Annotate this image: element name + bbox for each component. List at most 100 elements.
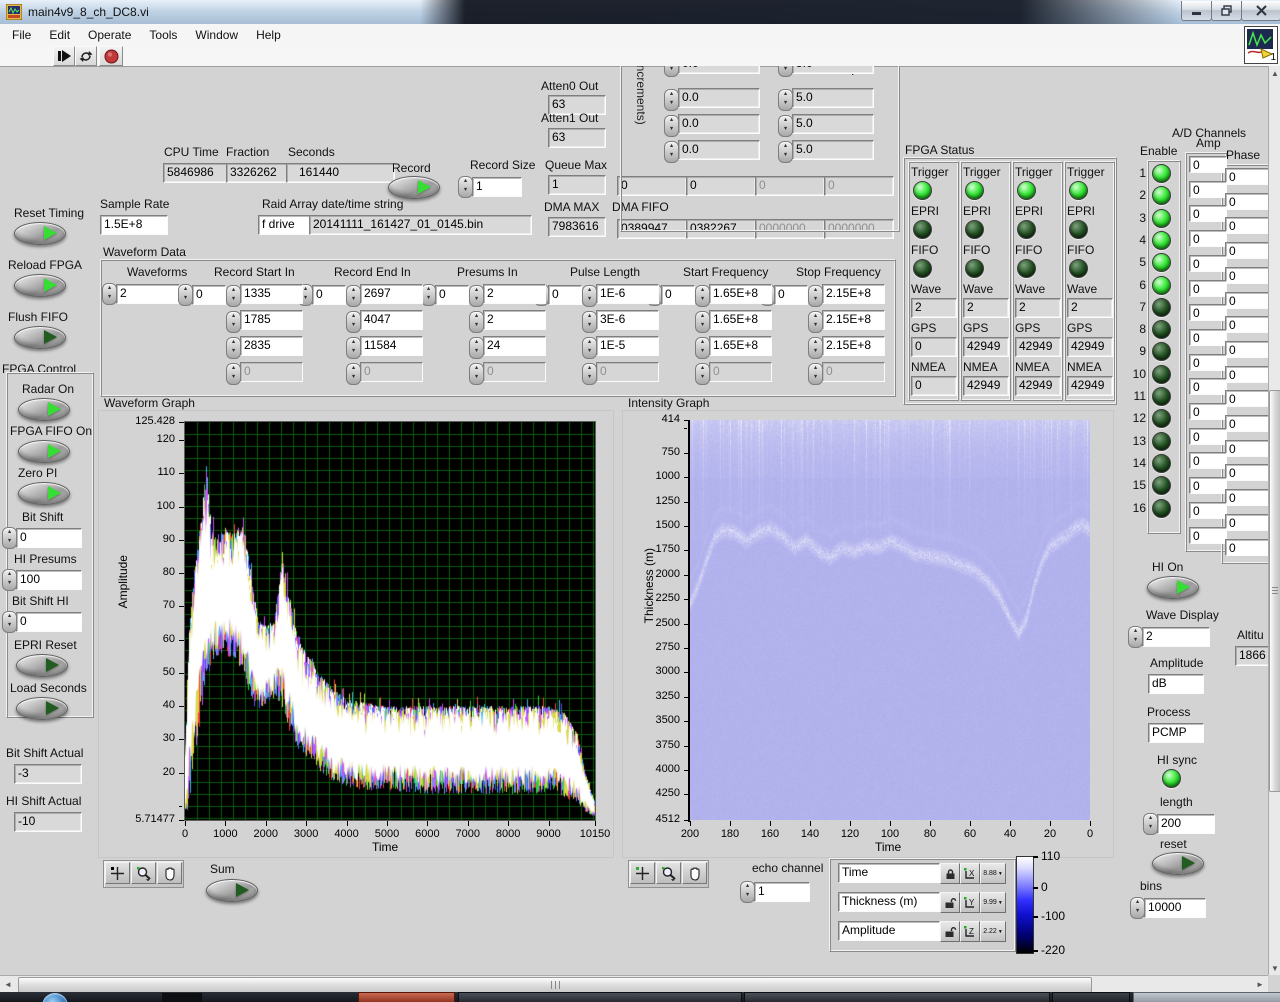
channel-enable-led[interactable]	[1152, 164, 1171, 183]
record-start-in-field[interactable]: 2835	[240, 336, 303, 356]
bins-field[interactable]: 10000	[1144, 898, 1206, 918]
bit-shift-field[interactable]: 0	[16, 528, 82, 548]
menu-operate[interactable]: Operate	[84, 25, 135, 45]
channel-phase-field[interactable]: 0	[1225, 538, 1269, 556]
axis-scale-button[interactable]: Y	[960, 892, 980, 913]
array-index-field[interactable]: 0	[312, 285, 346, 305]
reset-timing-toggle[interactable]	[14, 222, 66, 245]
level-field[interactable]: 5.0	[792, 140, 874, 160]
channel-phase-field[interactable]: 0	[1225, 168, 1269, 185]
waveforms-field[interactable]: 2	[116, 284, 180, 304]
fifo-led[interactable]	[913, 259, 932, 278]
menu-window[interactable]: Window	[191, 25, 242, 45]
flush-fifo-toggle[interactable]	[14, 326, 66, 349]
value-spinner[interactable]: ▲ ▼	[808, 311, 823, 333]
increment-field[interactable]: 0.0	[678, 140, 760, 160]
axis-scale-button[interactable]: Z	[960, 921, 980, 942]
length-spinner[interactable]: ▲ ▼	[1143, 813, 1158, 835]
load-seconds-toggle[interactable]	[16, 697, 68, 720]
array-index-field[interactable]: 0	[192, 285, 226, 305]
value-spinner[interactable]: ▲ ▼	[226, 363, 241, 385]
record-end-in-field[interactable]: 2697	[360, 284, 423, 304]
increment-spinner[interactable]: ▲▼	[664, 89, 679, 111]
amplitude-mode-field[interactable]: dB	[1148, 674, 1204, 694]
trigger-led[interactable]	[913, 181, 932, 200]
increment-field[interactable]: 0.0	[678, 88, 760, 108]
scroll-left-button[interactable]: ◄	[0, 977, 16, 992]
menu-tools[interactable]: Tools	[145, 25, 181, 45]
taskbar-button[interactable]	[1052, 992, 1130, 1002]
channel-amp-field[interactable]: 0	[1189, 156, 1227, 173]
epri-led[interactable]	[1017, 220, 1036, 239]
stop-frequency-field[interactable]: 2.15E+8	[822, 336, 885, 356]
value-spinner[interactable]: ▲ ▼	[695, 337, 710, 359]
length-field[interactable]: 200	[1157, 814, 1215, 834]
run-continuous-button[interactable]	[75, 46, 97, 66]
value-spinner[interactable]: ▲ ▼	[226, 311, 241, 333]
sum-toggle[interactable]	[206, 879, 258, 902]
scroll-up-button[interactable]: ▲	[1269, 66, 1280, 80]
value-spinner[interactable]: ▲ ▼	[582, 285, 597, 307]
taskbar-tray[interactable]	[1133, 992, 1280, 1002]
restore-button[interactable]	[1211, 1, 1242, 21]
channel-amp-field[interactable]: 0	[1189, 353, 1227, 371]
echo-channel-spinner[interactable]: ▲ ▼	[740, 881, 755, 903]
channel-enable-led[interactable]	[1152, 275, 1171, 295]
channel-amp-field[interactable]: 0	[1189, 304, 1227, 322]
echo-channel-field[interactable]: 1	[754, 882, 810, 902]
menu-help[interactable]: Help	[252, 25, 285, 45]
array-index-spinner[interactable]: ▲▼	[178, 284, 193, 306]
hi-presums-spinner[interactable]: ▲ ▼	[2, 569, 17, 591]
scroll-down-button[interactable]: ▼	[1269, 961, 1280, 975]
channel-enable-led[interactable]	[1152, 297, 1171, 317]
level-spinner[interactable]: ▲▼	[778, 141, 793, 163]
level-field[interactable]: 5.0	[792, 88, 874, 108]
value-spinner[interactable]: ▲ ▼	[582, 311, 597, 333]
reset-toggle[interactable]	[1152, 852, 1204, 875]
channel-phase-field[interactable]: 0	[1225, 415, 1269, 432]
record-toggle[interactable]	[388, 176, 440, 199]
minimize-button[interactable]	[1181, 1, 1212, 21]
array-index-field[interactable]: 0	[661, 285, 695, 305]
epri-reset-toggle[interactable]	[16, 654, 68, 677]
value-spinner[interactable]: ▲ ▼	[346, 285, 361, 307]
zoom-tool-button[interactable]	[131, 862, 156, 884]
format-button[interactable]: 9.99 ▼	[980, 892, 1006, 913]
wave-display-field[interactable]: 2	[1142, 627, 1210, 647]
pulse-length-field[interactable]: 1E-5	[596, 336, 659, 356]
channel-enable-led[interactable]	[1152, 208, 1171, 228]
channel-phase-field[interactable]: 0	[1225, 192, 1269, 210]
channel-amp-field[interactable]: 0	[1189, 279, 1227, 297]
channel-enable-led[interactable]	[1152, 387, 1171, 406]
value-spinner[interactable]: ▲ ▼	[695, 285, 710, 307]
close-button[interactable]	[1241, 1, 1280, 21]
axis-scale-button[interactable]: X	[960, 863, 980, 884]
increment-spinner[interactable]: ▲▼	[664, 115, 679, 137]
bit-shift-hi-field[interactable]: 0	[16, 612, 82, 632]
abort-button[interactable]	[99, 46, 123, 66]
stop-frequency-field[interactable]: 2.15E+8	[822, 284, 885, 304]
value-spinner[interactable]: ▲ ▼	[695, 363, 710, 385]
level-spinner[interactable]: ▲▼	[778, 115, 793, 137]
taskbar-button-highlighted[interactable]	[358, 992, 455, 1002]
sample-rate-field[interactable]: 1.5E+8	[100, 215, 168, 235]
trigger-led[interactable]	[1069, 181, 1088, 200]
increment-spinner[interactable]: ▲▼	[664, 141, 679, 163]
channel-amp-field[interactable]: 0	[1189, 328, 1227, 346]
array-index-spinner[interactable]: ▲▼	[421, 284, 436, 306]
presums-in-field[interactable]: 2	[483, 284, 546, 304]
zoom-tool-button[interactable]	[656, 862, 681, 884]
run-button[interactable]	[53, 46, 75, 66]
pulse-length-field[interactable]: 3E-6	[596, 310, 659, 330]
trigger-led[interactable]	[1017, 181, 1036, 200]
wave-display-spinner[interactable]: ▲ ▼	[1128, 626, 1143, 648]
zero-pi-toggle[interactable]	[18, 482, 70, 505]
menu-edit[interactable]: Edit	[45, 25, 74, 45]
presums-in-field[interactable]: 2	[483, 310, 546, 330]
array-index-field[interactable]: 0	[435, 285, 469, 305]
radar-on-toggle[interactable]	[18, 398, 70, 421]
channel-amp-field[interactable]: 0	[1189, 230, 1227, 248]
format-button[interactable]: 8.88 ▼	[980, 863, 1006, 884]
value-spinner[interactable]: ▲ ▼	[469, 337, 484, 359]
horizontal-scroll-thumb[interactable]	[18, 977, 1092, 993]
